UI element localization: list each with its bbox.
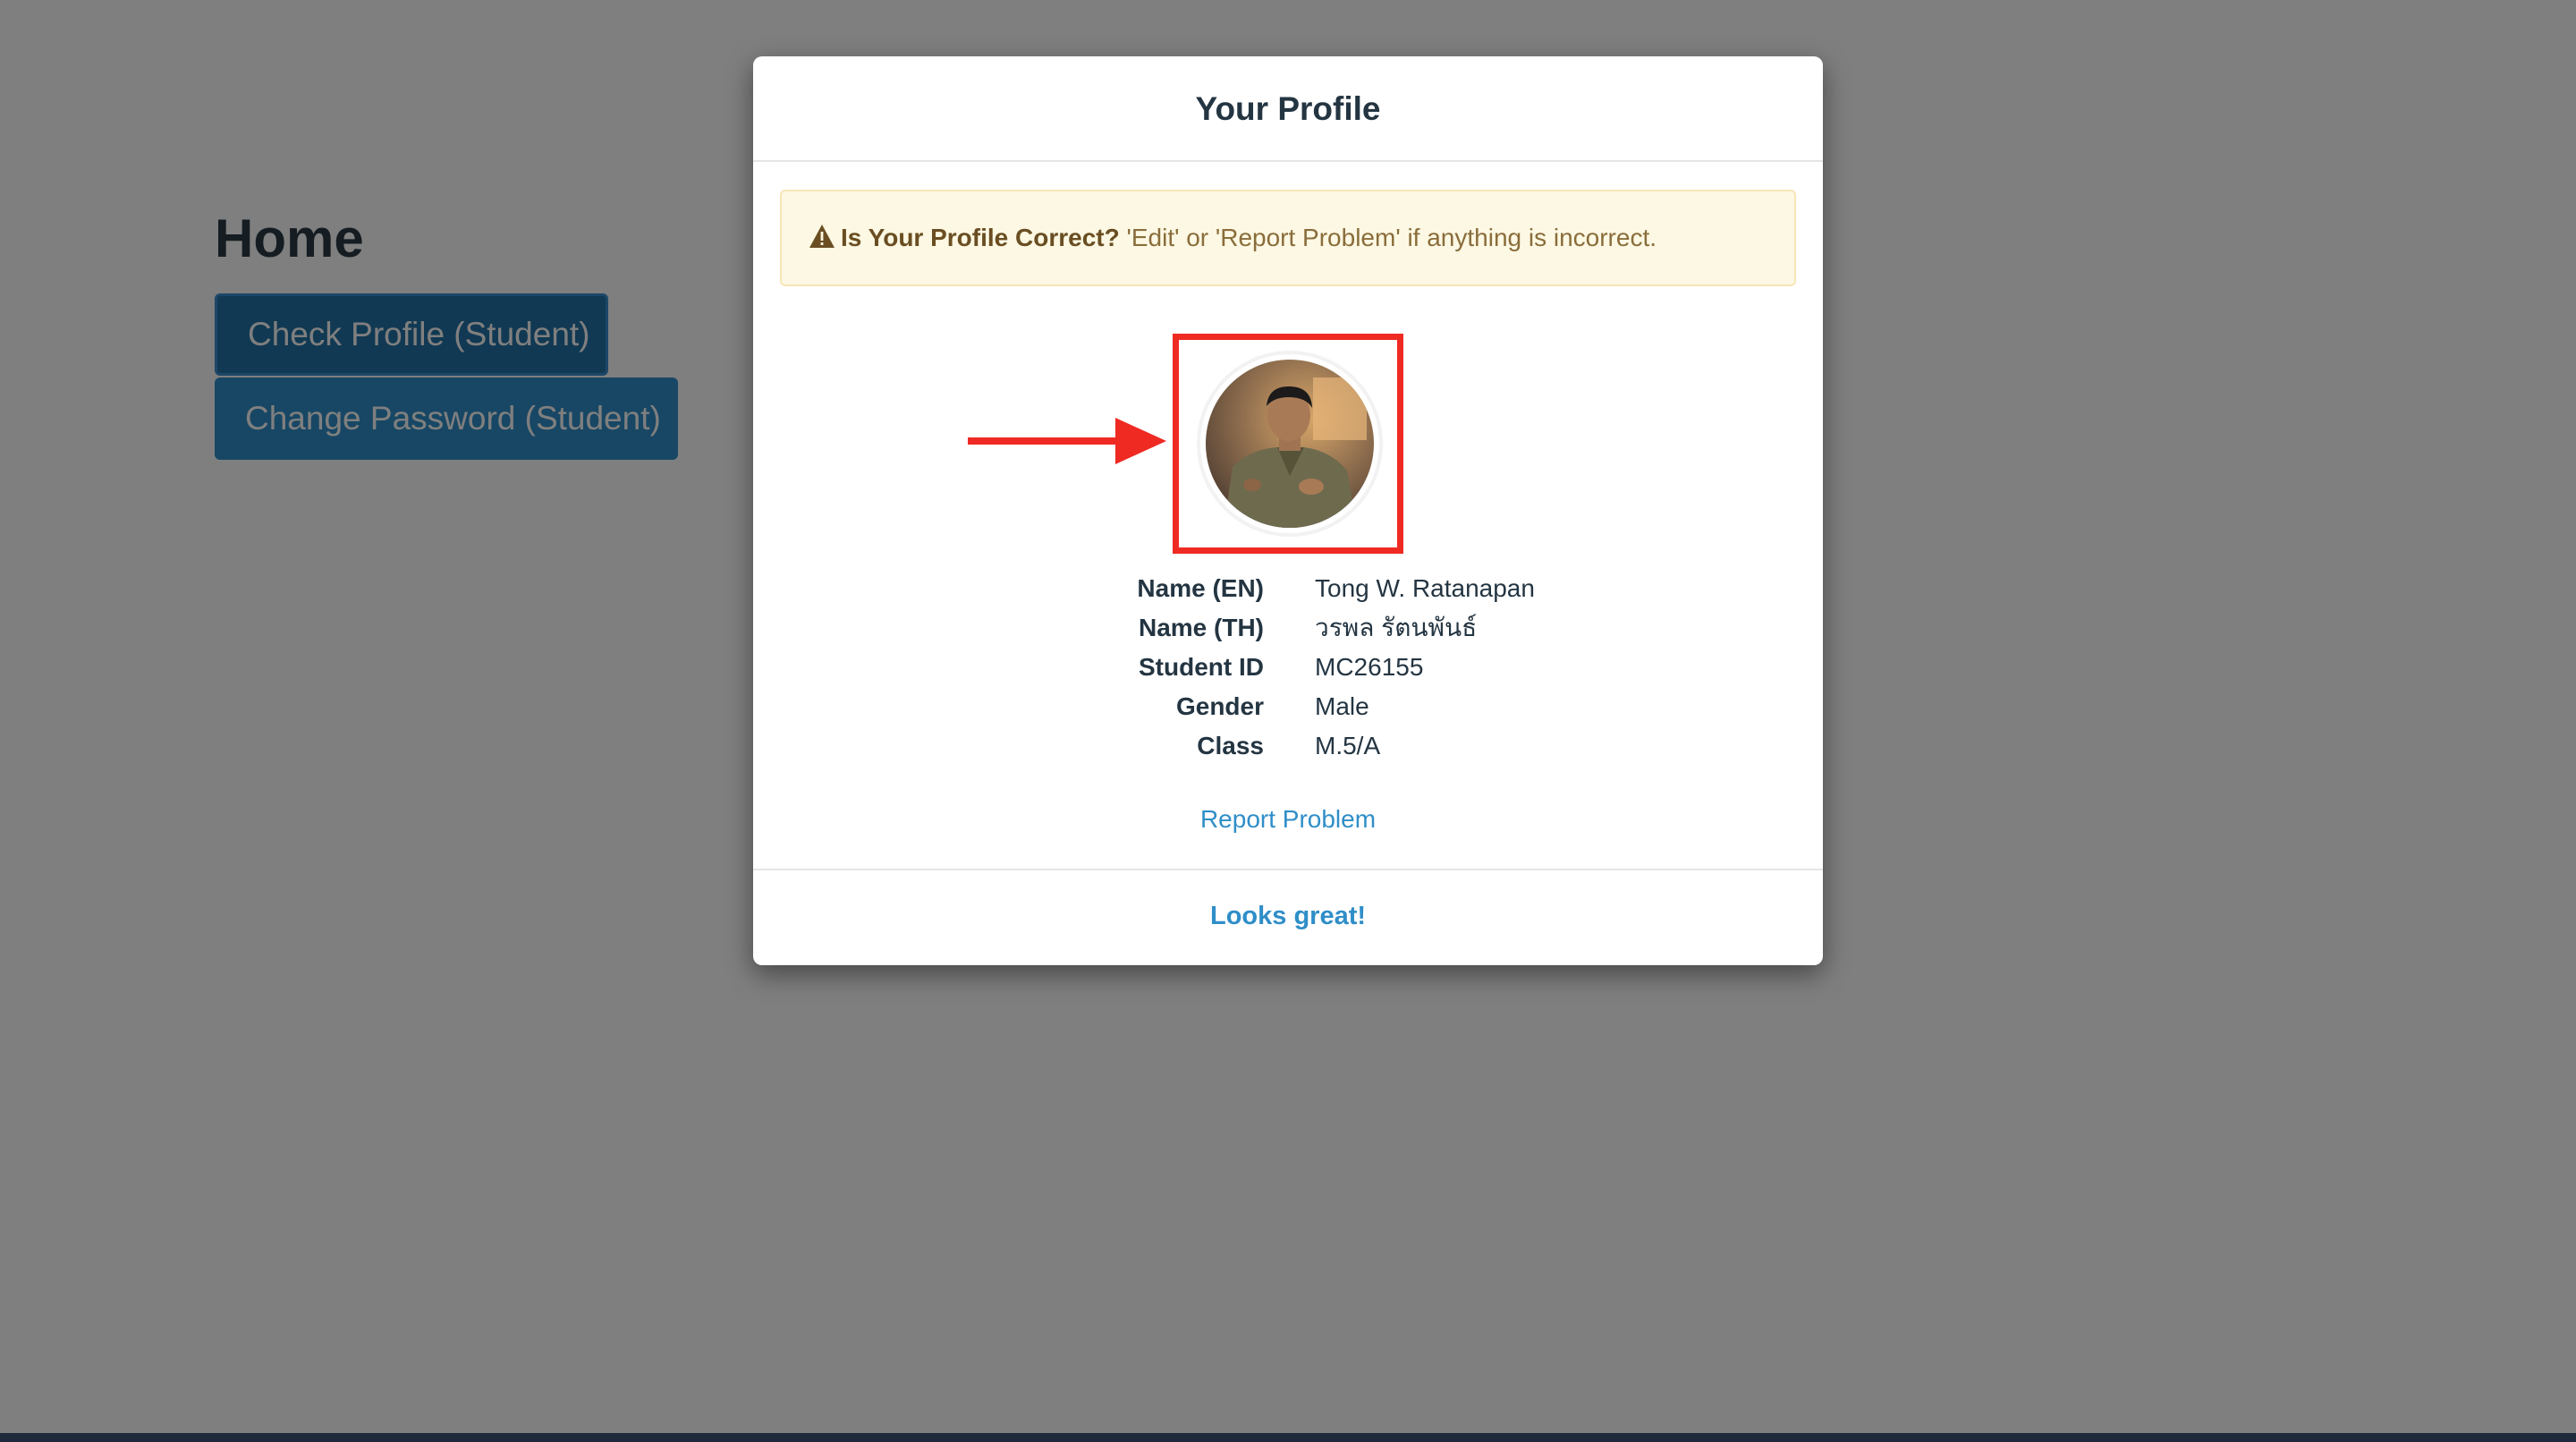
alert-heading: Is Your Profile Correct?	[841, 224, 1120, 251]
photo-highlight-box	[1173, 334, 1403, 554]
profile-modal: Your Profile Is Your Profile Correct? 'E…	[753, 56, 1823, 965]
modal-header: Your Profile	[753, 56, 1823, 162]
warning-triangle-icon	[809, 225, 835, 248]
modal-title: Your Profile	[1195, 90, 1381, 127]
profile-value: MC26155	[1315, 653, 1424, 681]
red-arrow-annotation	[968, 418, 1166, 464]
modal-footer: Looks great!	[753, 869, 1823, 965]
profile-row-class: Class M.5/A	[753, 726, 1823, 766]
profile-warning-alert: Is Your Profile Correct? 'Edit' or 'Repo…	[780, 190, 1796, 286]
profile-row-name-en: Name (EN) Tong W. Ratanapan	[753, 569, 1823, 608]
profile-label: Student ID	[1139, 653, 1264, 681]
profile-label: Name (TH)	[1138, 614, 1264, 641]
profile-label: Gender	[1175, 692, 1264, 720]
profile-value: วรพล รัตนพันธ์	[1315, 614, 1478, 641]
profile-value: Tong W. Ratanapan	[1315, 574, 1535, 602]
profile-value: Male	[1315, 692, 1369, 720]
profile-row-gender: Gender Male	[753, 687, 1823, 726]
profile-label: Name (EN)	[1137, 574, 1264, 602]
profile-row-student-id: Student ID MC26155	[753, 648, 1823, 687]
report-problem-link[interactable]: Report Problem	[753, 805, 1823, 834]
profile-value: M.5/A	[1315, 732, 1381, 759]
profile-label: Class	[1197, 732, 1264, 759]
bottom-strip	[0, 1433, 2576, 1442]
profile-row-name-th: Name (TH) วรพล รัตนพันธ์	[753, 608, 1823, 648]
profile-info: Name (EN) Tong W. Ratanapan Name (TH) วร…	[753, 569, 1823, 766]
looks-great-button[interactable]: Looks great!	[1210, 902, 1366, 931]
report-problem-label[interactable]: Report Problem	[1200, 805, 1376, 833]
alert-text: 'Edit' or 'Report Problem' if anything i…	[1119, 224, 1657, 251]
